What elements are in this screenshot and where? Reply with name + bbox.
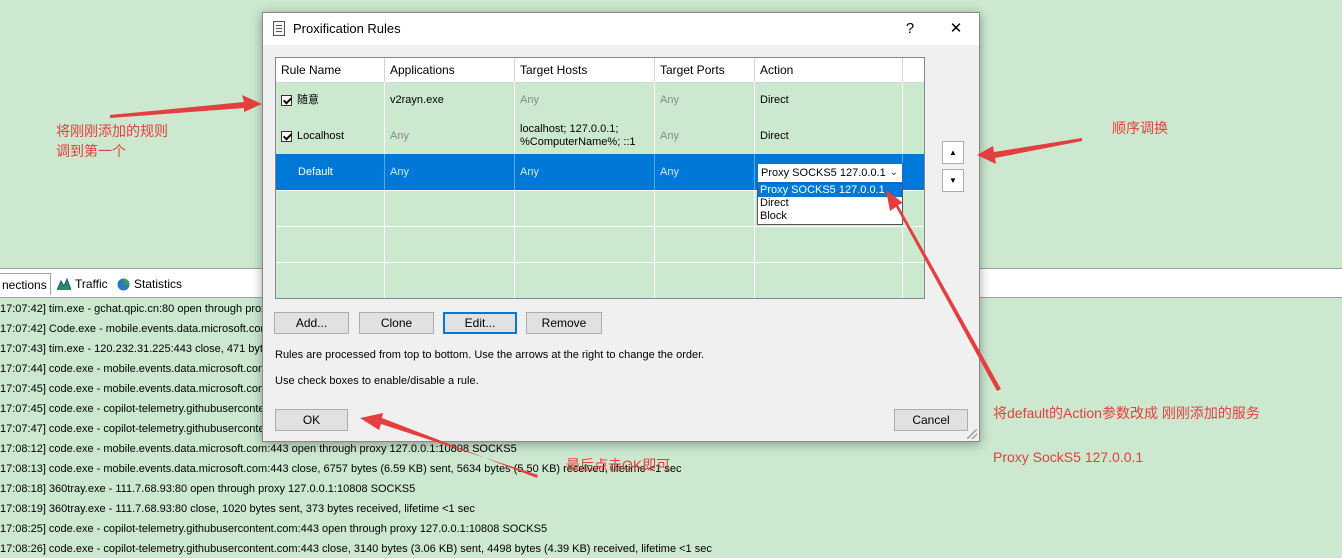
log-line: 17:07:44] code.exe - mobile.events.data.… [0, 363, 277, 375]
annotation-change-action: 将default的Action参数改成 刚刚添加的服务 [993, 405, 1260, 421]
tab-statistics[interactable]: Statistics [114, 273, 185, 295]
target-hosts-cell: localhost; 127.0.0.1; %ComputerName%; ::… [515, 118, 655, 154]
rule-name-cell: Default [276, 154, 385, 190]
rules-table: Rule Name Applications Target Hosts Targ… [275, 57, 925, 299]
annotation-move-first: 将刚刚添加的规则 调到第一个 [56, 123, 168, 159]
traffic-chart-icon [57, 278, 71, 290]
grid-line [276, 226, 924, 227]
annotation-click-ok: 最后点击OK即可 [566, 457, 671, 473]
log-line: 17:07:47] code.exe - copilot-telemetry.g… [0, 423, 274, 435]
applications-cell: v2rayn.exe [385, 82, 515, 118]
table-row[interactable]: Localhost Any localhost; 127.0.0.1; %Com… [276, 118, 924, 154]
enable-checkbox[interactable] [281, 130, 292, 142]
grid-line [276, 262, 924, 263]
applications-cell: Any [385, 118, 515, 154]
column-applications[interactable]: Applications [385, 58, 515, 82]
chevron-down-icon: ⌄ [889, 167, 898, 178]
tab-traffic[interactable]: Traffic [54, 273, 111, 295]
cancel-button[interactable]: Cancel [894, 409, 968, 431]
close-button[interactable]: ✕ [941, 17, 971, 41]
action-cell: Direct [755, 118, 903, 154]
log-line: 17:08:12] code.exe - mobile.events.data.… [0, 443, 517, 455]
target-hosts-cell: Any [515, 82, 655, 118]
clone-rule-button[interactable]: Clone [359, 312, 434, 334]
log-line: 17:07:42] tim.exe - gchat.qpic.cn:80 ope… [0, 303, 273, 315]
edit-rule-button[interactable]: Edit... [443, 312, 517, 334]
column-rule-name[interactable]: Rule Name [276, 58, 385, 82]
column-target-hosts[interactable]: Target Hosts [515, 58, 655, 82]
log-line: 17:08:25] code.exe - copilot-telemetry.g… [0, 523, 548, 535]
action-option[interactable]: Block [758, 210, 902, 223]
column-action[interactable]: Action [755, 58, 903, 82]
tab-connections[interactable]: nections [0, 273, 51, 295]
log-line: 17:07:42] Code.exe - mobile.events.data.… [0, 323, 279, 335]
action-option[interactable]: Direct [758, 197, 902, 210]
rule-name-cell: 随意 [276, 82, 385, 118]
table-row[interactable]: 随意 v2rayn.exe Any Any Direct [276, 82, 924, 118]
log-line: 17:08:26] code.exe - copilot-telemetry.g… [0, 543, 712, 555]
action-dropdown-list: Proxy SOCKS5 127.0.0.1 Direct Block [757, 183, 903, 225]
log-line: 17:08:19] 360tray.exe - 111.7.68.93:80 c… [0, 503, 475, 515]
order-info-text: Rules are processed from top to bottom. … [275, 349, 705, 361]
remove-rule-button[interactable]: Remove [526, 312, 602, 334]
annotation-proxy-value: Proxy SockS5 127.0.0.1 [993, 449, 1144, 465]
checkbox-info-text: Use check boxes to enable/disable a rule… [275, 375, 479, 387]
action-combobox[interactable]: Proxy SOCKS5 127.0.0.1 ⌄ [757, 163, 903, 183]
proxification-rules-dialog: Proxification Rules ? ✕ Rule Name Applic… [262, 12, 980, 442]
help-button[interactable]: ? [895, 17, 925, 41]
dialog-title: Proxification Rules [293, 21, 401, 36]
arrow-to-order-buttons [977, 138, 1082, 164]
target-ports-cell: Any [655, 118, 755, 154]
applications-cell: Any [385, 154, 515, 190]
log-line: 17:07:43] tim.exe - 120.232.31.225:443 c… [0, 343, 275, 355]
annotation-reorder: 顺序调换 [1112, 120, 1168, 136]
action-cell: Direct [755, 82, 903, 118]
target-hosts-cell: Any [515, 154, 655, 190]
rules-document-icon [273, 21, 285, 36]
log-line: 17:07:45] code.exe - mobile.events.data.… [0, 383, 277, 395]
arrow-to-rule-list [110, 95, 262, 118]
add-rule-button[interactable]: Add... [274, 312, 349, 334]
move-up-button[interactable]: ▲ [942, 141, 964, 164]
ok-button[interactable]: OK [275, 409, 348, 431]
rule-name-cell: Localhost [276, 118, 385, 154]
enable-checkbox[interactable] [281, 94, 292, 106]
statistics-pie-icon [117, 278, 130, 290]
action-option[interactable]: Proxy SOCKS5 127.0.0.1 [758, 184, 902, 197]
target-ports-cell: Any [655, 154, 755, 190]
log-line: 17:08:18] 360tray.exe - 111.7.68.93:80 o… [0, 483, 416, 495]
target-ports-cell: Any [655, 82, 755, 118]
table-header: Rule Name Applications Target Hosts Targ… [276, 58, 924, 83]
column-target-ports[interactable]: Target Ports [655, 58, 755, 82]
log-line: 17:07:45] code.exe - copilot-telemetry.g… [0, 403, 274, 415]
move-down-button[interactable]: ▼ [942, 169, 964, 192]
dialog-titlebar[interactable]: Proxification Rules ? ✕ [263, 13, 979, 45]
resize-grip-icon[interactable] [967, 429, 977, 439]
